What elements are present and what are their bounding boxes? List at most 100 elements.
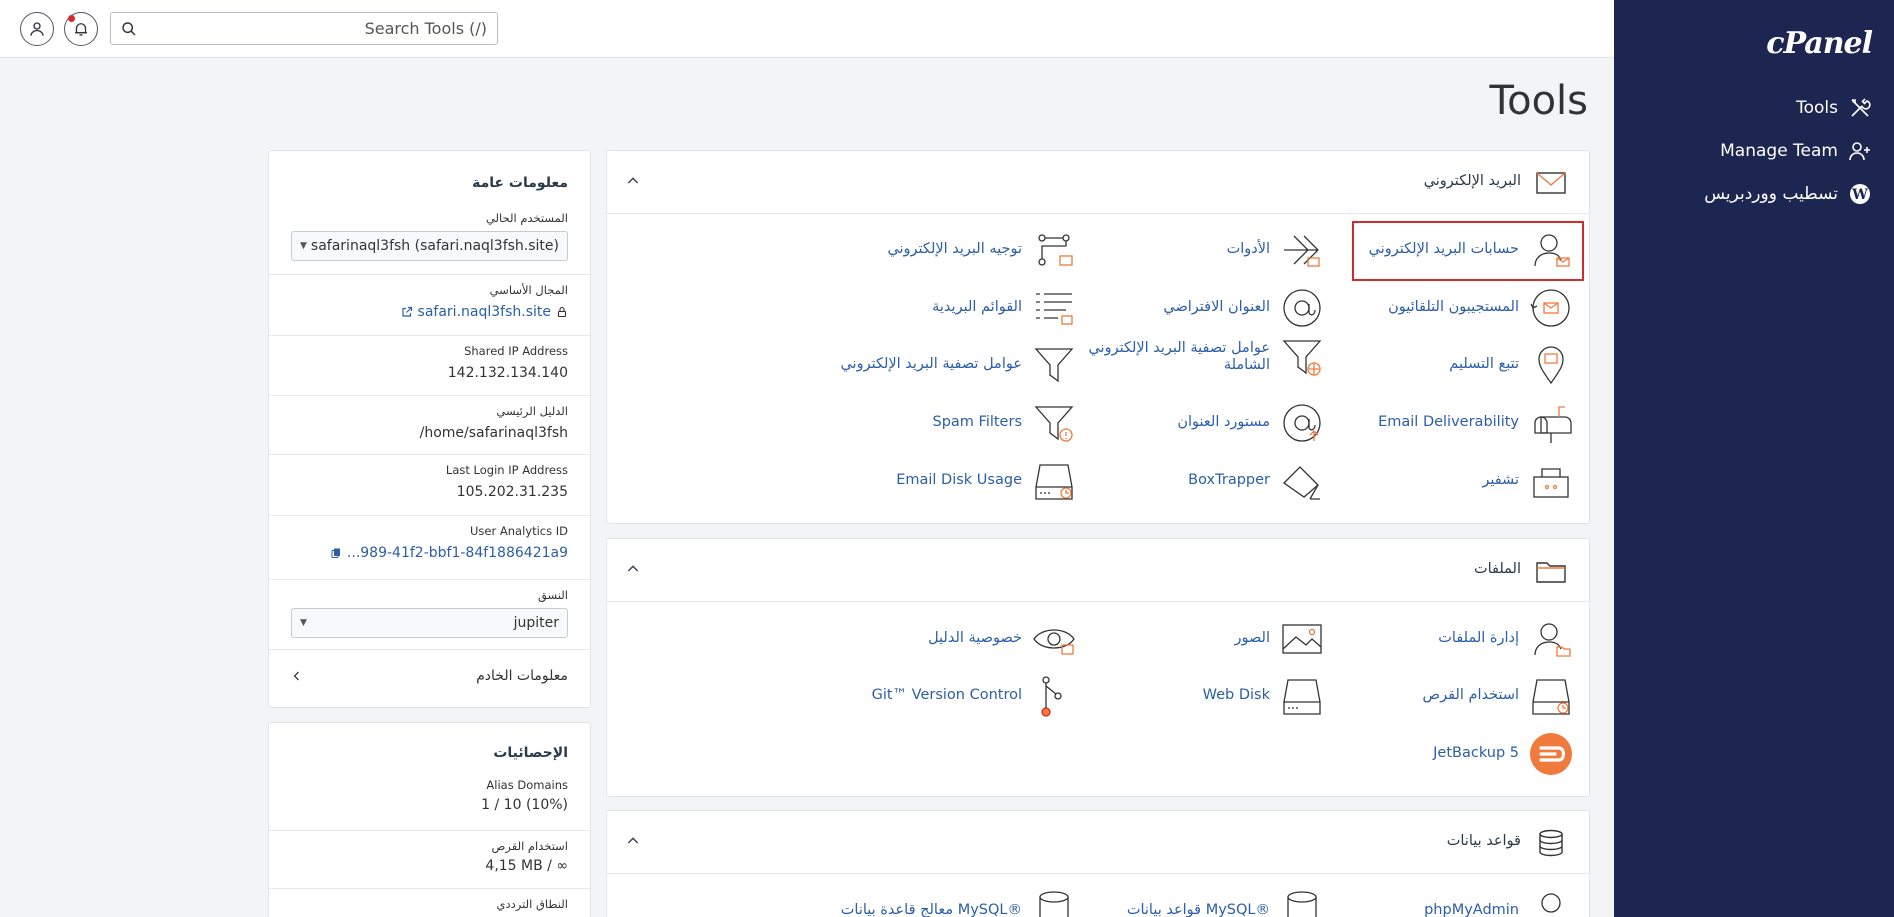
sidebar-item-tools[interactable]: Tools — [1796, 96, 1872, 120]
statistics-panel: الإحصائيات Alias Domains 1 / 10 (10%) اس… — [268, 722, 591, 917]
tool-git-version-control[interactable]: Git™ Version Control — [872, 674, 1076, 718]
tool-global-email-filters[interactable]: عوامل تصفية البريد الإلكتروني الشاملة — [1070, 335, 1324, 379]
shared-ip-label: Shared IP Address — [464, 344, 568, 358]
tool-label: إدارة الملفات — [1438, 630, 1519, 647]
encryption-icon — [1529, 459, 1573, 503]
user-menu-button[interactable] — [20, 12, 54, 46]
tool-boxtrapper[interactable]: BoxTrapper — [1188, 459, 1324, 503]
tool-encryption[interactable]: تشفير — [1482, 459, 1573, 503]
email-group: البريد الإلكتروني حسابات البريد الإلكترو… — [606, 150, 1590, 524]
copy-icon[interactable] — [330, 547, 342, 559]
bell-icon — [75, 23, 87, 36]
files-group: الملفات إدارة الملفات الصور خصوصية الدلي… — [606, 538, 1590, 797]
tool-spam-filters[interactable]: Spam Filters — [933, 401, 1077, 445]
search-box — [110, 12, 498, 45]
search-icon — [122, 21, 136, 36]
tool-track-delivery[interactable]: تتبع التسليم — [1449, 343, 1573, 387]
statistics-title: الإحصائيات — [493, 745, 568, 761]
tool-directory-privacy[interactable]: خصوصية الدليل — [928, 617, 1076, 661]
notifications-button[interactable] — [64, 12, 98, 46]
chevron-up-icon[interactable] — [625, 173, 641, 189]
sidebar-item-label: تسطيب ووردبريس — [1704, 184, 1838, 204]
tool-label: Web Disk — [1202, 687, 1270, 704]
address-importer-icon — [1280, 401, 1324, 445]
tool-label: Git™ Version Control — [871, 687, 1022, 704]
svg-text:W: W — [1851, 187, 1868, 203]
tool-autoresponders[interactable]: المستجيبون التلقائيون — [1388, 286, 1573, 330]
web-disk-icon — [1280, 674, 1324, 718]
databases-group-header[interactable]: قواعد بيانات — [607, 811, 1589, 874]
chevron-up-icon[interactable] — [625, 561, 641, 577]
tool-label: phpMyAdmin — [1424, 902, 1519, 917]
tool-label: خصوصية الدليل — [928, 630, 1022, 647]
current-user-select[interactable]: ▼ safarinaql3fsh (safari.naql3fsh.site) — [291, 231, 568, 261]
tool-file-manager[interactable]: إدارة الملفات — [1438, 617, 1573, 661]
home-directory-row: الدليل الرئيسي /home/safarinaql3fsh — [269, 395, 590, 454]
tool-mysql-databases[interactable]: قواعد بيانات MySQL® — [1127, 889, 1324, 917]
tool-email-routing[interactable]: توجيه البريد الإلكتروني — [887, 228, 1076, 272]
last-login-value: 105.202.31.235 — [456, 484, 568, 500]
tool-mysql-wizard[interactable]: معالج قاعدة بيانات MySQL® — [841, 889, 1076, 917]
shared-ip-row: Shared IP Address 142.132.134.140 — [269, 335, 590, 395]
tool-disk-usage[interactable]: استخدام القرص — [1423, 674, 1573, 718]
last-login-label: Last Login IP Address — [445, 463, 568, 477]
primary-domain-link[interactable]: safari.naql3fsh.site — [291, 304, 568, 320]
home-directory-value: /home/safarinaql3fsh — [419, 425, 568, 441]
theme-value: jupiter — [513, 615, 559, 631]
lock-icon — [557, 306, 567, 318]
cpanel-logo[interactable]: cPanel — [1766, 26, 1873, 61]
images-icon — [1280, 617, 1324, 661]
tool-forwarders[interactable]: الأدوات — [1227, 228, 1324, 272]
default-address-icon — [1280, 286, 1324, 330]
files-group-header[interactable]: الملفات — [607, 539, 1589, 602]
tool-jetbackup[interactable]: JetBackup 5 — [1433, 732, 1573, 776]
tool-label: عوامل تصفية البريد الإلكتروني — [840, 356, 1022, 373]
shared-ip-value: 142.132.134.140 — [447, 365, 568, 381]
page-title: Tools — [1489, 78, 1588, 124]
sidebar: cPanel Tools Manage Team تسطيب ووردبريس … — [1614, 0, 1894, 917]
tool-label: العنوان الافتراضي — [1163, 299, 1270, 316]
notification-badge — [68, 15, 75, 22]
files-group-title: الملفات — [1473, 561, 1521, 577]
tool-label: Spam Filters — [932, 414, 1023, 431]
email-group-header[interactable]: البريد الإلكتروني — [607, 151, 1589, 214]
boxtrapper-icon — [1280, 459, 1324, 503]
email-routing-icon — [1032, 228, 1076, 272]
tool-email-accounts[interactable]: حسابات البريد الإلكتروني — [1369, 228, 1573, 272]
mysql-wizard-icon — [1032, 889, 1076, 917]
user-icon — [30, 22, 44, 36]
spam-filters-icon — [1032, 401, 1076, 445]
mysql-databases-icon — [1280, 889, 1324, 917]
sidebar-item-label: Manage Team — [1720, 141, 1838, 161]
server-info-toggle[interactable]: معلومات الخادم — [269, 649, 590, 701]
tool-web-disk[interactable]: Web Disk — [1203, 674, 1324, 718]
chevron-up-icon[interactable] — [625, 833, 641, 849]
tool-label: BoxTrapper — [1188, 472, 1270, 489]
theme-select[interactable]: ▼ jupiter — [291, 608, 568, 638]
email-accounts-icon — [1529, 228, 1573, 272]
tool-images[interactable]: الصور — [1234, 617, 1324, 661]
sidebar-item-manage-team[interactable]: Manage Team — [1720, 139, 1872, 163]
primary-domain-row: المجال الأساسي safari.naql3fsh.site — [269, 274, 590, 335]
envelope-icon — [1536, 172, 1566, 194]
disk-usage-label: استخدام القرص — [491, 839, 569, 853]
tool-address-importer[interactable]: مستورد العنوان — [1177, 401, 1324, 445]
sidebar-item-wordpress[interactable]: تسطيب ووردبريس W — [1704, 182, 1872, 206]
tool-mailing-lists[interactable]: القوائم البريدية — [932, 286, 1076, 330]
analytics-id-row: User Analytics ID ...989-41f2-bbf1-84f18… — [269, 515, 590, 579]
caret-down-icon: ▼ — [300, 618, 307, 628]
tool-label: Email Deliverability — [1378, 414, 1519, 431]
chevron-left-icon — [293, 671, 299, 680]
theme-row: النسق ▼ jupiter — [269, 579, 590, 649]
primary-domain-value: safari.naql3fsh.site — [417, 304, 551, 320]
tool-email-disk-usage[interactable]: Email Disk Usage — [896, 459, 1076, 503]
tool-email-filters[interactable]: عوامل تصفية البريد الإلكتروني — [840, 343, 1076, 387]
tool-label: توجيه البريد الإلكتروني — [887, 241, 1022, 258]
git-icon — [1032, 674, 1076, 718]
search-input[interactable] — [137, 19, 487, 38]
tool-email-deliverability[interactable]: Email Deliverability — [1378, 401, 1573, 445]
disk-usage-value: 4,15 MB / ∞ — [485, 858, 568, 874]
file-manager-icon — [1529, 617, 1573, 661]
tool-default-address[interactable]: العنوان الافتراضي — [1163, 286, 1324, 330]
tool-phpmyadmin[interactable]: phpMyAdmin — [1424, 889, 1573, 917]
